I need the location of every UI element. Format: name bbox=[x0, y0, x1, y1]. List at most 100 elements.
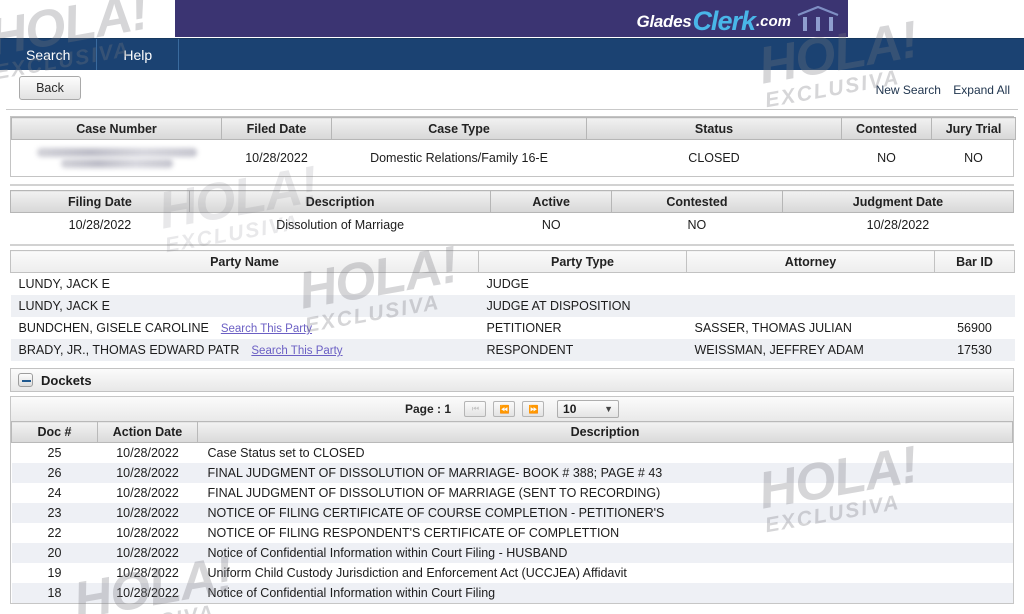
case-summary-header-row: Case Number Filed Date Case Type Status … bbox=[11, 117, 1016, 140]
case-summary-table: Case Number Filed Date Case Type Status … bbox=[11, 117, 1016, 176]
table-row: 22 10/28/2022 NOTICE OF FILING RESPONDEN… bbox=[12, 523, 1013, 543]
cell-case-number-redacted bbox=[12, 140, 222, 177]
case-summary-section: Case Number Filed Date Case Type Status … bbox=[0, 110, 1024, 177]
minus-toggle-icon[interactable] bbox=[18, 373, 33, 387]
table-row: BUNDCHEN, GISELE CAROLINE Search This Par… bbox=[11, 317, 1015, 339]
table-row: BRADY, JR., THOMAS EDWARD PATR Search Thi… bbox=[10, 339, 1015, 361]
case-summary-frame: Case Number Filed Date Case Type Status … bbox=[10, 116, 1016, 177]
cell-filing-date: 10/28/2022 bbox=[68, 218, 132, 232]
cell-doc-number: 26 bbox=[11, 462, 98, 483]
redaction-line bbox=[36, 148, 197, 157]
table-row: 24 10/28/2022 FINAL JUDGMENT OF DISSOLUT… bbox=[12, 483, 1013, 503]
cell-doc-number: 20 bbox=[11, 542, 98, 563]
cell-bar-id bbox=[934, 295, 1015, 317]
table-row: 26 10/28/2022 FINAL JUDGMENT OF DISSOLUT… bbox=[11, 462, 1013, 483]
cell-docket-description: FINAL JUDGMENT OF DISSOLUTION OF MARRIAG… bbox=[197, 462, 1013, 483]
table-row: LUNDY, JACK E JUDGE bbox=[11, 273, 1015, 296]
col-docket-description: Description bbox=[197, 421, 1013, 443]
logo-text-glades: Glades bbox=[636, 11, 692, 31]
cell-action-date: 10/28/2022 bbox=[116, 445, 179, 460]
previous-page-icon[interactable]: ⏪ bbox=[493, 401, 516, 417]
col-attorney: Attorney bbox=[686, 250, 935, 273]
cell-action-date: 10/28/2022 bbox=[97, 582, 198, 603]
logo-text-clerk: Clerk bbox=[692, 6, 756, 36]
cell-action-date: 10/28/2022 bbox=[116, 525, 179, 540]
next-page-icon[interactable]: ⏩ bbox=[522, 401, 545, 417]
cell-doc-number: 23 bbox=[11, 502, 98, 523]
page-size-value: 10 bbox=[563, 402, 577, 416]
cell-jury-trial: NO bbox=[964, 151, 983, 165]
filing-summary-header-row: Filing Date Description Active Contested… bbox=[10, 190, 1015, 213]
col-case-type: Case Type bbox=[331, 117, 587, 140]
party-name-text: BRADY, JR., THOMAS EDWARD PATR bbox=[18, 343, 240, 357]
dockets-table: Doc # Action Date Description 25 10/28/2… bbox=[11, 421, 1013, 603]
parties-header-row: Party Name Party Type Attorney Bar ID bbox=[10, 250, 1015, 273]
courthouse-building-icon bbox=[796, 5, 840, 37]
dockets-header-row: Doc # Action Date Description bbox=[11, 421, 1013, 443]
cell-attorney bbox=[687, 273, 935, 296]
col-filed-date: Filed Date bbox=[221, 117, 332, 140]
col-filing-date: Filing Date bbox=[10, 190, 190, 213]
cell-docket-description: FINAL JUDGMENT OF DISSOLUTION OF MARRIAG… bbox=[207, 485, 661, 500]
nav-item-search[interactable]: Search bbox=[0, 39, 98, 70]
table-row: 20 10/28/2022 Notice of Confidential Inf… bbox=[11, 542, 1013, 563]
cell-filing-description: Dissolution of Marriage bbox=[276, 218, 405, 232]
cell-case-type: Domestic Relations/Family 16-E bbox=[370, 151, 548, 165]
search-this-party-link[interactable]: Search This Party bbox=[251, 345, 342, 357]
cell-status: CLOSED bbox=[688, 151, 740, 165]
cell-doc-number: 24 bbox=[47, 485, 62, 500]
cell-party-type: JUDGE AT DISPOSITION bbox=[478, 295, 687, 317]
cell-docket-description: Case Status set to CLOSED bbox=[207, 445, 365, 460]
cell-party-name: BUNDCHEN, GISELE CAROLINE Search This Par… bbox=[11, 317, 479, 339]
cell-action-date: 10/28/2022 bbox=[97, 502, 198, 523]
search-this-party-link[interactable]: Search This Party bbox=[221, 323, 312, 335]
cell-attorney: WEISSMAN, JEFFREY ADAM bbox=[686, 339, 935, 361]
nav-item-help[interactable]: Help bbox=[97, 39, 180, 70]
cell-docket-description: NOTICE OF FILING CERTIFICATE OF COURSE C… bbox=[197, 502, 1013, 523]
cell-docket-description: NOTICE OF FILING RESPONDENT'S CERTIFICAT… bbox=[207, 525, 620, 540]
cell-doc-number: 19 bbox=[47, 565, 62, 580]
dockets-table-wrapper: Doc # Action Date Description 25 10/28/2… bbox=[10, 421, 1014, 604]
cell-party-type: JUDGE bbox=[486, 277, 529, 291]
col-bar-id: Bar ID bbox=[934, 250, 1015, 273]
col-description: Description bbox=[188, 190, 492, 213]
cell-bar-id: 56900 bbox=[957, 321, 992, 335]
page-size-select[interactable]: 10 ▼ bbox=[557, 400, 620, 418]
toolbar-links: New Search Expand All bbox=[867, 83, 1010, 97]
page-root: Glades Clerk .com Search Help Back New S… bbox=[0, 0, 1024, 614]
filing-summary-table: Filing Date Description Active Contested… bbox=[10, 190, 1015, 237]
cell-bar-id bbox=[935, 273, 1015, 296]
parties-table: Party Name Party Type Attorney Bar ID LU… bbox=[10, 250, 1015, 361]
filing-summary-section: Filing Date Description Active Contested… bbox=[0, 186, 1024, 237]
party-name-text: BUNDCHEN, GISELE CAROLINE bbox=[18, 321, 209, 335]
back-button[interactable]: Back bbox=[19, 76, 81, 100]
cell-party-name: LUNDY, JACK E bbox=[10, 295, 479, 317]
dockets-section-header[interactable]: Dockets bbox=[10, 368, 1014, 392]
col-doc-number: Doc # bbox=[11, 421, 98, 443]
col-status: Status bbox=[586, 117, 842, 140]
gladesclerk-logo[interactable]: Glades Clerk .com bbox=[636, 5, 840, 37]
cell-docket-description: Notice of Confidential Information withi… bbox=[197, 542, 1013, 563]
case-summary-row: 10/28/2022 Domestic Relations/Family 16-… bbox=[12, 140, 1016, 177]
cell-contested: NO bbox=[877, 151, 896, 165]
cell-bar-id: 17530 bbox=[934, 339, 1015, 361]
header-banner-area: Glades Clerk .com bbox=[0, 0, 1024, 38]
cell-filing-contested: NO bbox=[687, 218, 707, 232]
redacted-case-number bbox=[26, 148, 208, 168]
cell-doc-number: 18 bbox=[11, 582, 98, 603]
navbar-filler bbox=[179, 39, 1024, 70]
col-filing-contested: Contested bbox=[610, 190, 783, 213]
redaction-line bbox=[60, 159, 173, 168]
cell-action-date: 10/28/2022 bbox=[116, 565, 179, 580]
col-active: Active bbox=[490, 190, 612, 213]
col-jury-trial: Jury Trial bbox=[931, 117, 1016, 140]
cell-doc-number: 25 bbox=[47, 445, 62, 460]
first-page-icon[interactable]: ⏮ bbox=[464, 401, 487, 417]
new-search-link[interactable]: New Search bbox=[876, 83, 941, 97]
page-label: Page : 1 bbox=[404, 402, 452, 416]
chevron-down-icon: ▼ bbox=[604, 404, 614, 414]
brand-banner: Glades Clerk .com bbox=[175, 0, 848, 37]
expand-all-link[interactable]: Expand All bbox=[953, 83, 1010, 97]
col-judgment-date: Judgment Date bbox=[781, 190, 1015, 213]
parties-section: Party Name Party Type Attorney Bar ID LU… bbox=[0, 246, 1024, 361]
